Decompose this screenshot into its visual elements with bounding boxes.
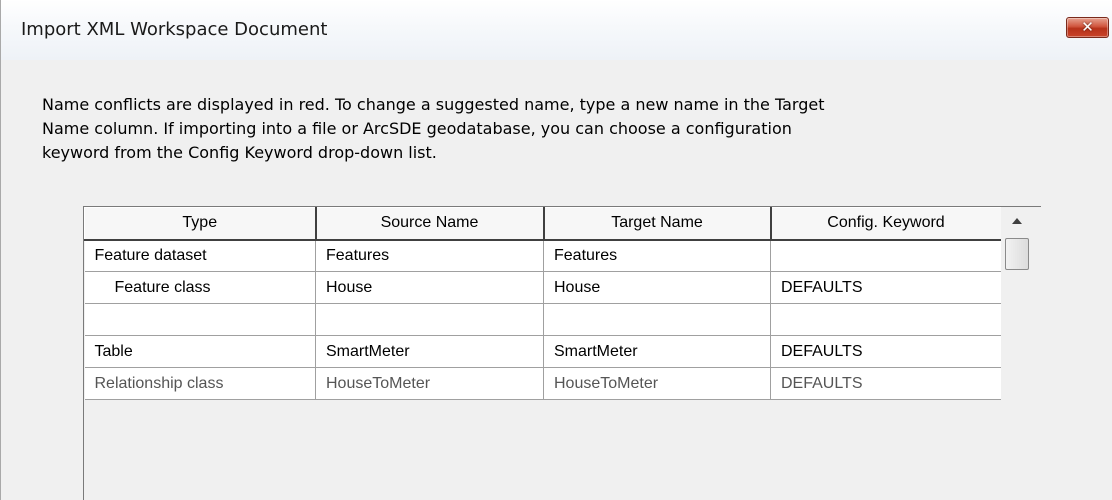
type-cell <box>84 303 316 336</box>
column-header-source-name[interactable]: Source Name <box>315 207 545 241</box>
column-header-type[interactable]: Type <box>84 207 317 241</box>
target-name-cell[interactable]: Features <box>543 239 771 272</box>
type-cell: Table <box>84 335 316 368</box>
close-button[interactable]: ✕ <box>1066 17 1109 38</box>
config-keyword-cell[interactable]: DEFAULTS <box>770 335 1002 368</box>
target-name-cell[interactable] <box>543 303 771 336</box>
source-name-cell: SmartMeter <box>315 335 544 368</box>
source-name-cell: HouseToMeter <box>315 367 544 400</box>
type-cell: Feature dataset <box>84 239 316 272</box>
config-keyword-cell[interactable]: DEFAULTS <box>770 271 1002 304</box>
config-keyword-cell[interactable] <box>770 239 1002 272</box>
scroll-up-arrow-icon <box>1012 218 1022 224</box>
table-row[interactable]: Table SmartMeter SmartMeter DEFAULTS <box>84 335 1002 368</box>
header-row: Type Source Name Target Name Config. Key… <box>84 207 1003 241</box>
table-row[interactable] <box>84 303 1002 336</box>
names-grid: Type Source Name Target Name Config. Key… <box>83 206 1041 500</box>
import-xml-dialog: Import XML Workspace Document ✕ Name con… <box>0 0 1112 500</box>
column-header-target-name[interactable]: Target Name <box>543 207 772 241</box>
title-bar[interactable]: Import XML Workspace Document ✕ <box>1 0 1112 60</box>
table-row[interactable]: Feature class House House DEFAULTS <box>84 271 1002 304</box>
config-keyword-cell[interactable] <box>770 303 1002 336</box>
instructions-text: Name conflicts are displayed in red. To … <box>42 95 825 162</box>
scroll-thumb[interactable] <box>1005 238 1029 270</box>
close-icon: ✕ <box>1081 18 1094 36</box>
dialog-title: Import XML Workspace Document <box>21 19 328 40</box>
vertical-scrollbar[interactable] <box>1001 207 1034 500</box>
names-table: Type Source Name Target Name Config. Key… <box>84 207 1003 400</box>
table-row[interactable]: Feature dataset Features Features <box>84 239 1002 272</box>
target-name-cell[interactable]: SmartMeter <box>543 335 771 368</box>
source-name-cell <box>315 303 544 336</box>
type-cell: Feature class <box>84 271 316 304</box>
table-row[interactable]: Relationship class HouseToMeter HouseToM… <box>84 367 1002 400</box>
config-keyword-cell[interactable]: DEFAULTS <box>770 367 1002 400</box>
target-name-cell[interactable]: House <box>543 271 771 304</box>
scroll-up-button[interactable] <box>1001 207 1034 237</box>
type-cell: Relationship class <box>84 367 316 400</box>
column-header-config-keyword[interactable]: Config. Keyword <box>770 207 1003 241</box>
source-name-cell: Features <box>315 239 544 272</box>
source-name-cell: House <box>315 271 544 304</box>
target-name-cell[interactable]: HouseToMeter <box>543 367 771 400</box>
